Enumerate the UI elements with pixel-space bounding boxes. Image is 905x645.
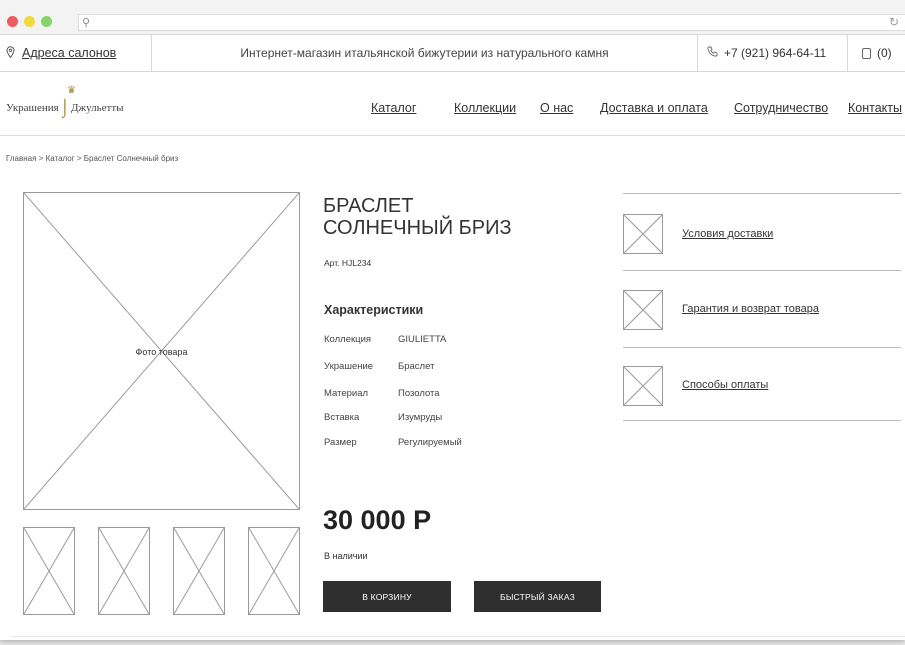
spec-value: GIULIETTA [398,334,447,345]
reload-icon[interactable]: ↻ [889,15,899,29]
payment-methods-link[interactable]: Способы оплаты [682,379,768,391]
header-divider [0,135,905,136]
browser-toolbar: ⚲ ↻ [0,0,905,34]
spec-value: Регулируемый [398,437,462,448]
search-icon: ⚲ [82,17,91,29]
spec-key: Коллекция [324,334,372,345]
availability-status: В наличии [324,551,368,561]
nav-catalog[interactable]: Каталог [371,101,416,115]
info-divider [623,193,901,194]
location-pin-icon [6,46,15,61]
delivery-terms-link[interactable]: Условия доставки [682,228,773,240]
nav-contacts[interactable]: Контакты [848,101,902,115]
spec-value: Браслет [398,361,435,372]
stores-link[interactable]: Адреса салонов [22,46,116,60]
address-bar[interactable]: ⚲ ↻ [78,14,905,31]
logo-text-left: Украшения [6,102,59,114]
close-window-button[interactable] [7,16,18,27]
product-thumbnail[interactable] [98,527,150,615]
spec-key: Украшение [324,361,374,372]
spec-key: Вставка [324,412,360,423]
quick-order-button[interactable]: БЫСТРЫЙ ЗАКАЗ [474,581,601,612]
nav-delivery-payment[interactable]: Доставка и оплата [600,101,708,115]
specs-heading: Характеристики [324,303,424,317]
info-divider [623,270,901,271]
spec-value: Позолота [398,388,440,399]
warranty-returns-link[interactable]: Гарантия и возврат товара [682,303,819,315]
shopping-bag-icon [862,47,871,59]
product-price: 30 000 Р [323,505,432,535]
cart-button[interactable]: (0) [848,35,905,71]
product-main-photo[interactable]: Фото товара [23,192,300,510]
spec-key: Размер [324,437,357,448]
product-title-line1: БРАСЛЕТ [323,195,414,217]
top-info-bar: Адреса салонов Интернет-магазин итальянс… [0,34,905,72]
site-logo[interactable]: ♛ Украшения⌡Джульетты [6,85,124,117]
nav-partnership[interactable]: Сотрудничество [734,101,828,115]
photo-label: Фото товара [135,347,188,357]
phone-number: +7 (921) 964-64-11 [724,46,827,60]
breadcrumb: Главная > Каталог > Браслет Солнечный бр… [6,154,179,163]
add-to-cart-button[interactable]: В КОРЗИНУ [323,581,451,612]
nav-about[interactable]: О нас [540,101,573,115]
logo-divider: ⌡ [59,98,71,117]
spec-value: Изумруды [398,412,443,423]
page-bottom-divider [12,636,905,637]
cart-count: (0) [877,46,892,60]
logo-text-right: Джульетты [71,102,124,114]
placeholder-cross-icon [24,528,74,614]
info-divider [623,347,901,348]
minimize-window-button[interactable] [24,16,35,27]
info-divider [623,420,901,421]
warranty-placeholder-icon [622,289,664,331]
maximize-window-button[interactable] [41,16,52,27]
placeholder-cross-icon [174,528,224,614]
placeholder-cross-icon [249,528,299,614]
stores-cell: Адреса салонов [0,35,152,71]
product-thumbnail[interactable] [248,527,300,615]
store-tagline: Интернет-магазин итальянской бижутерии и… [152,35,698,71]
product-title-line2: СОЛНЕЧНЫЙ БРИЗ [323,217,512,239]
delivery-placeholder-icon [622,213,664,255]
placeholder-cross-icon [99,528,149,614]
nav-collections[interactable]: Коллекции [454,101,516,115]
product-thumbnail[interactable] [173,527,225,615]
product-thumbnail[interactable] [23,527,75,615]
crown-icon: ♛ [67,85,76,96]
phone-icon [707,46,718,60]
spec-key: Материал [324,388,369,399]
payment-placeholder-icon [622,365,664,407]
product-sku: Арт. HJL234 [324,258,372,268]
phone-cell[interactable]: +7 (921) 964-64-11 [698,35,848,71]
product-title: БРАСЛЕТ СОЛНЕЧНЫЙ БРИЗ [323,195,512,239]
browser-window: ⚲ ↻ Адреса салонов Интернет-магазин итал… [0,0,905,640]
